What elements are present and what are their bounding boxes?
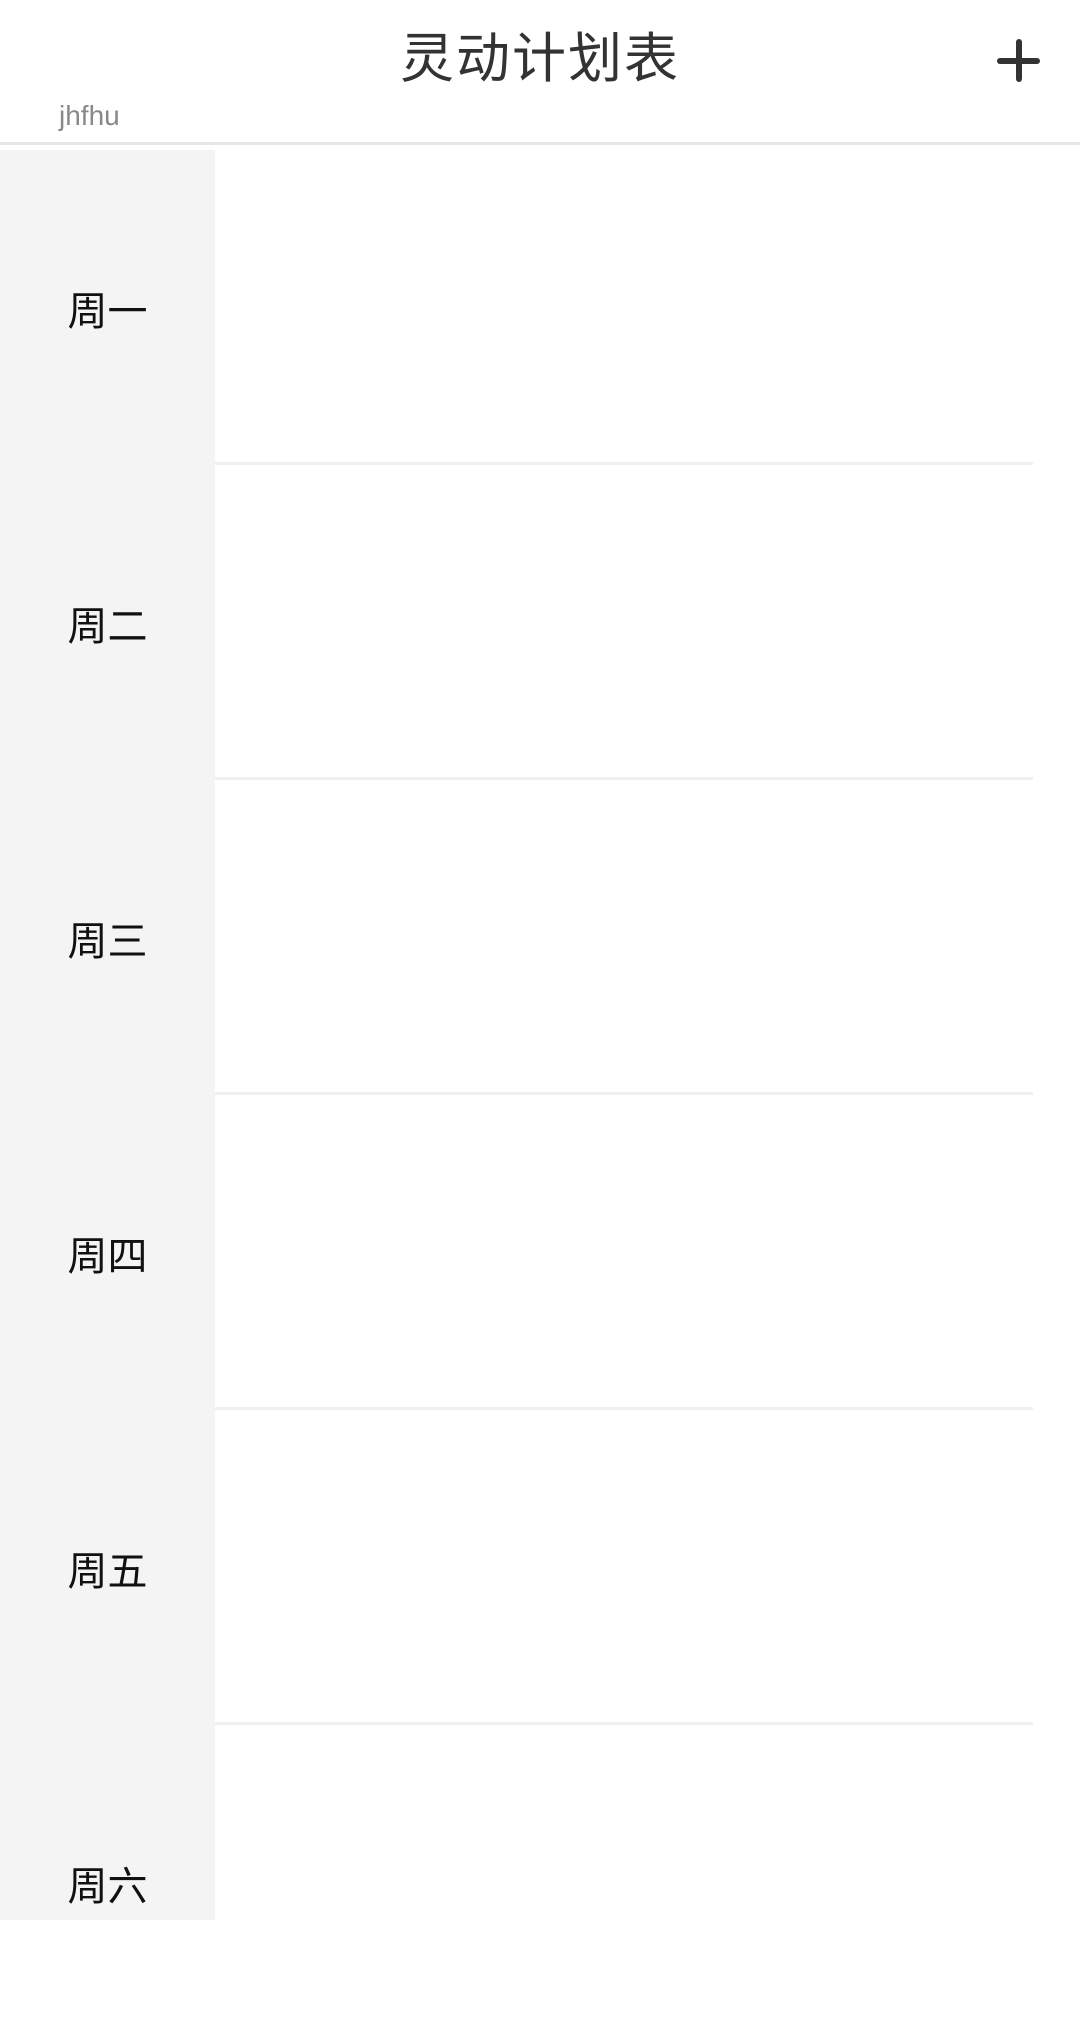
weekday-saturday[interactable]: 周六	[0, 1725, 215, 2040]
schedule-content	[215, 150, 1080, 1920]
weekday-label: 周六	[67, 1863, 148, 1910]
day-slot-monday[interactable]	[215, 150, 1033, 465]
weekday-wednesday[interactable]: 周三	[0, 780, 215, 1095]
weekday-label: 周三	[67, 918, 148, 965]
weekday-label: 周二	[67, 603, 148, 650]
weekday-thursday[interactable]: 周四	[0, 1095, 215, 1410]
weekday-tuesday[interactable]: 周二	[0, 465, 215, 780]
weekday-friday[interactable]: 周五	[0, 1410, 215, 1725]
weekday-sidebar: 周一 周二 周三 周四 周五 周六	[0, 150, 215, 1920]
add-plan-button[interactable]	[978, 20, 1058, 100]
day-slot-thursday[interactable]	[215, 1095, 1033, 1410]
plan-subtitle: jhfhu	[59, 100, 120, 131]
weekday-monday[interactable]: 周一	[0, 150, 215, 465]
weekday-label: 周四	[67, 1233, 148, 1280]
page-title: 灵动计划表	[400, 27, 680, 90]
day-slot-tuesday[interactable]	[215, 465, 1033, 780]
weekday-label: 周五	[67, 1548, 148, 1595]
day-slot-saturday[interactable]	[215, 1725, 1033, 2040]
app-header: 灵动计划表 jhfhu	[0, 0, 1080, 145]
weekday-label: 周一	[67, 288, 148, 335]
day-slot-friday[interactable]	[215, 1410, 1033, 1725]
day-slot-wednesday[interactable]	[215, 780, 1033, 1095]
